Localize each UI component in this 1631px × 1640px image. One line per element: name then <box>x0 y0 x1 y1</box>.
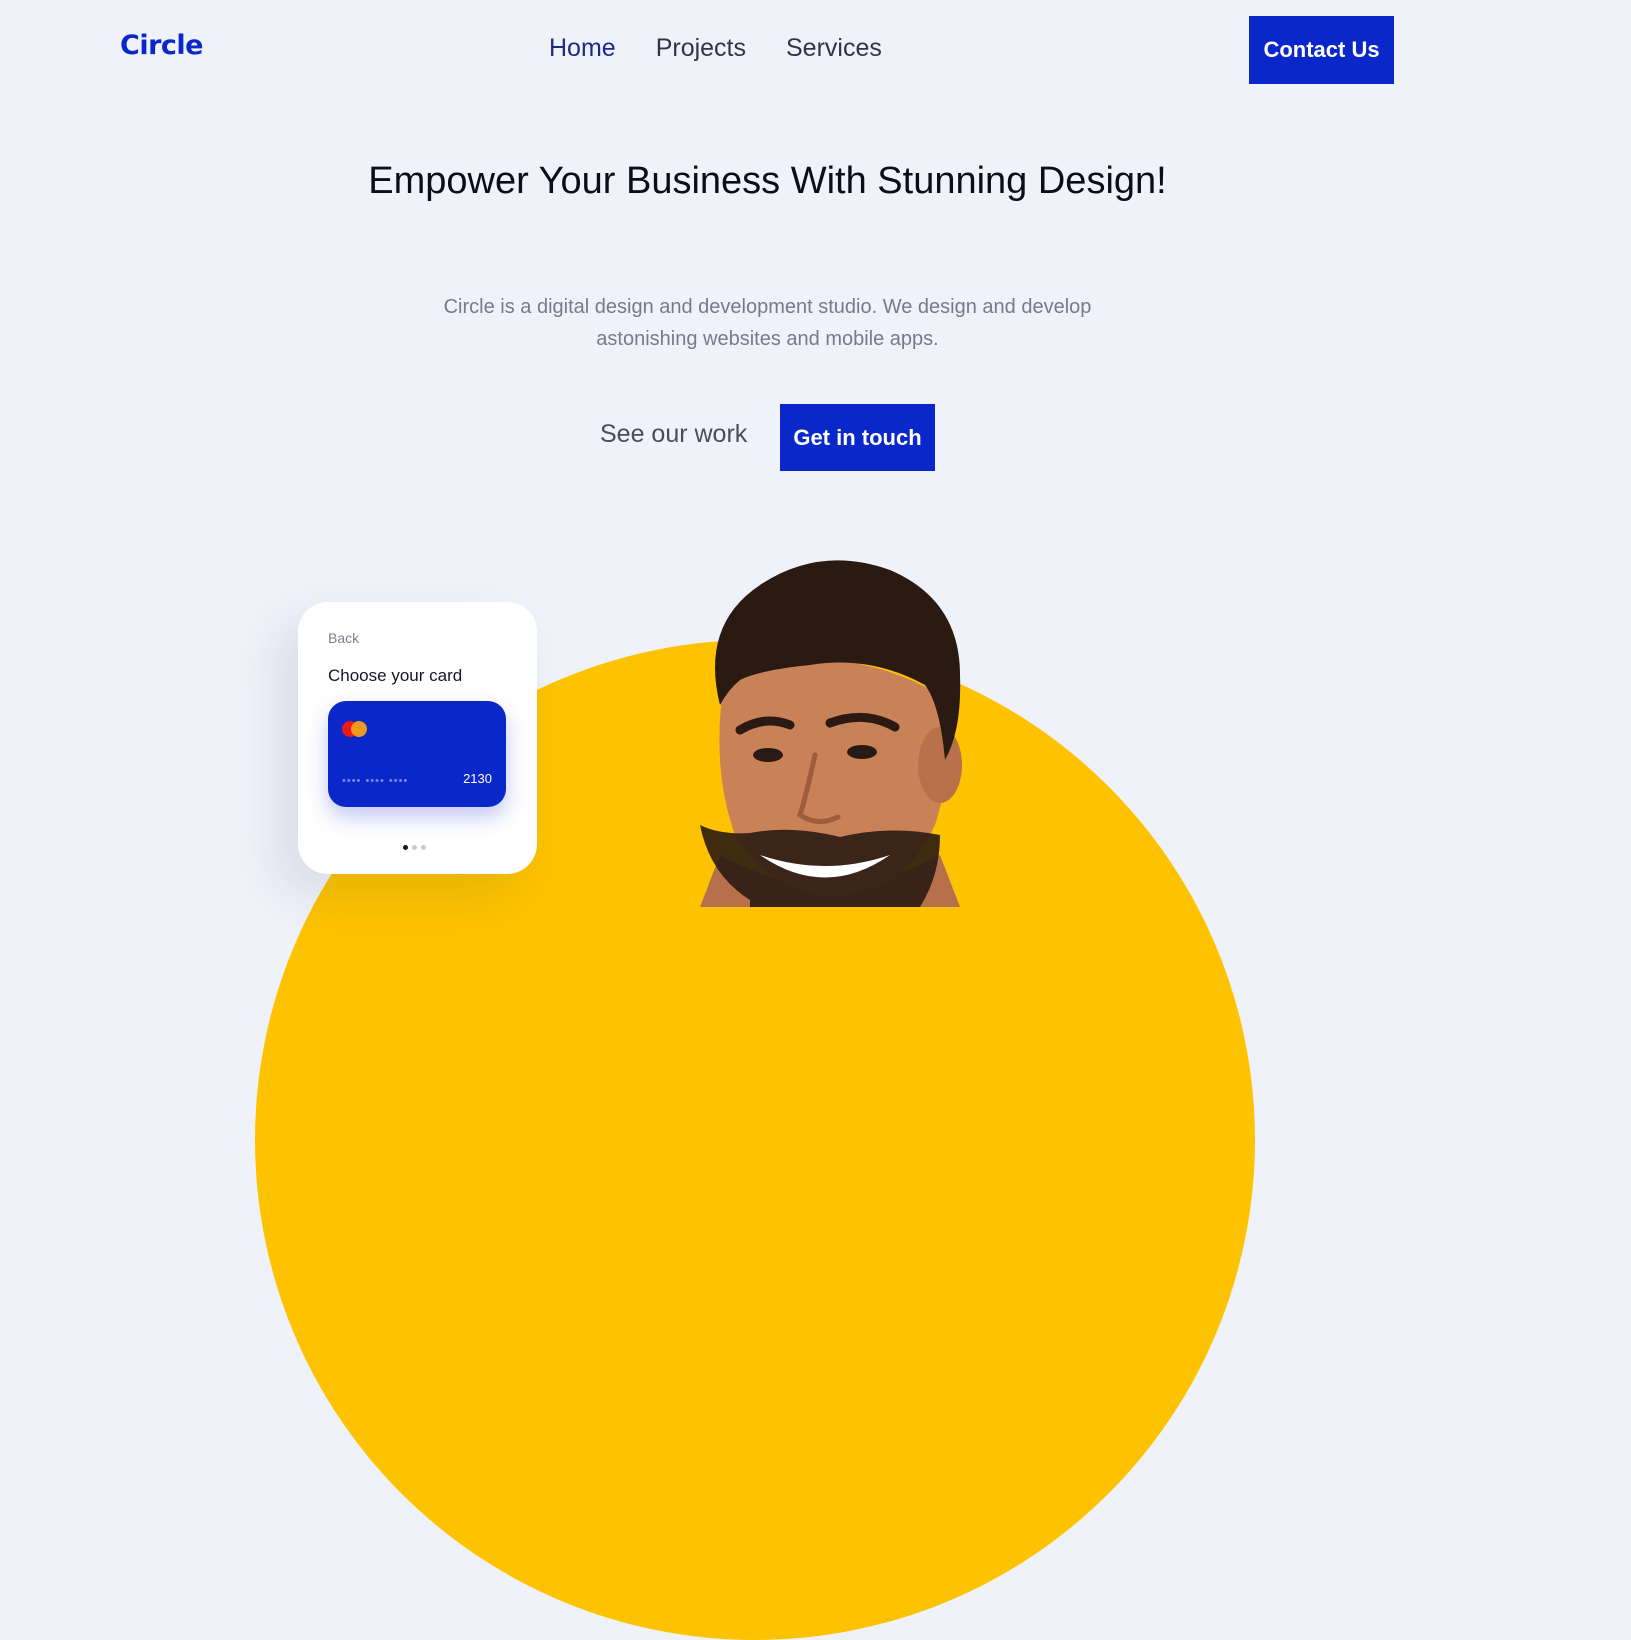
top-nav: Circle Home Projects Services Contact Us <box>0 0 1631 100</box>
hero-subtitle: Circle is a digital design and developme… <box>443 296 1092 350</box>
see-our-work-link[interactable]: See our work <box>600 420 747 449</box>
card-pager <box>403 845 426 850</box>
bank-card[interactable]: •••• •••• •••• 2130 <box>328 701 506 807</box>
card-number-masked: •••• •••• •••• <box>342 775 409 787</box>
pager-dot-active[interactable] <box>403 845 408 850</box>
contact-us-button[interactable]: Contact Us <box>1249 16 1394 84</box>
nav-home[interactable]: Home <box>549 34 616 63</box>
card-picker-title: Choose your card <box>328 666 463 685</box>
main-menu: Home Projects Services <box>549 34 882 63</box>
card-picker-widget: Back Choose your card •••• •••• •••• 213… <box>298 602 537 874</box>
pager-dot[interactable] <box>421 845 426 850</box>
hero-person-photo <box>700 560 962 907</box>
mastercard-icon <box>342 719 370 739</box>
hero-title: Empower Your Business With Stunning Desi… <box>368 160 1167 202</box>
nav-services[interactable]: Services <box>786 34 882 63</box>
brand-logo[interactable]: Circle <box>120 30 203 61</box>
get-in-touch-button[interactable]: Get in touch <box>780 404 935 471</box>
nav-projects[interactable]: Projects <box>656 34 746 63</box>
pager-dot[interactable] <box>412 845 417 850</box>
back-link[interactable]: Back <box>328 630 359 646</box>
card-last-four: 2130 <box>463 771 492 786</box>
